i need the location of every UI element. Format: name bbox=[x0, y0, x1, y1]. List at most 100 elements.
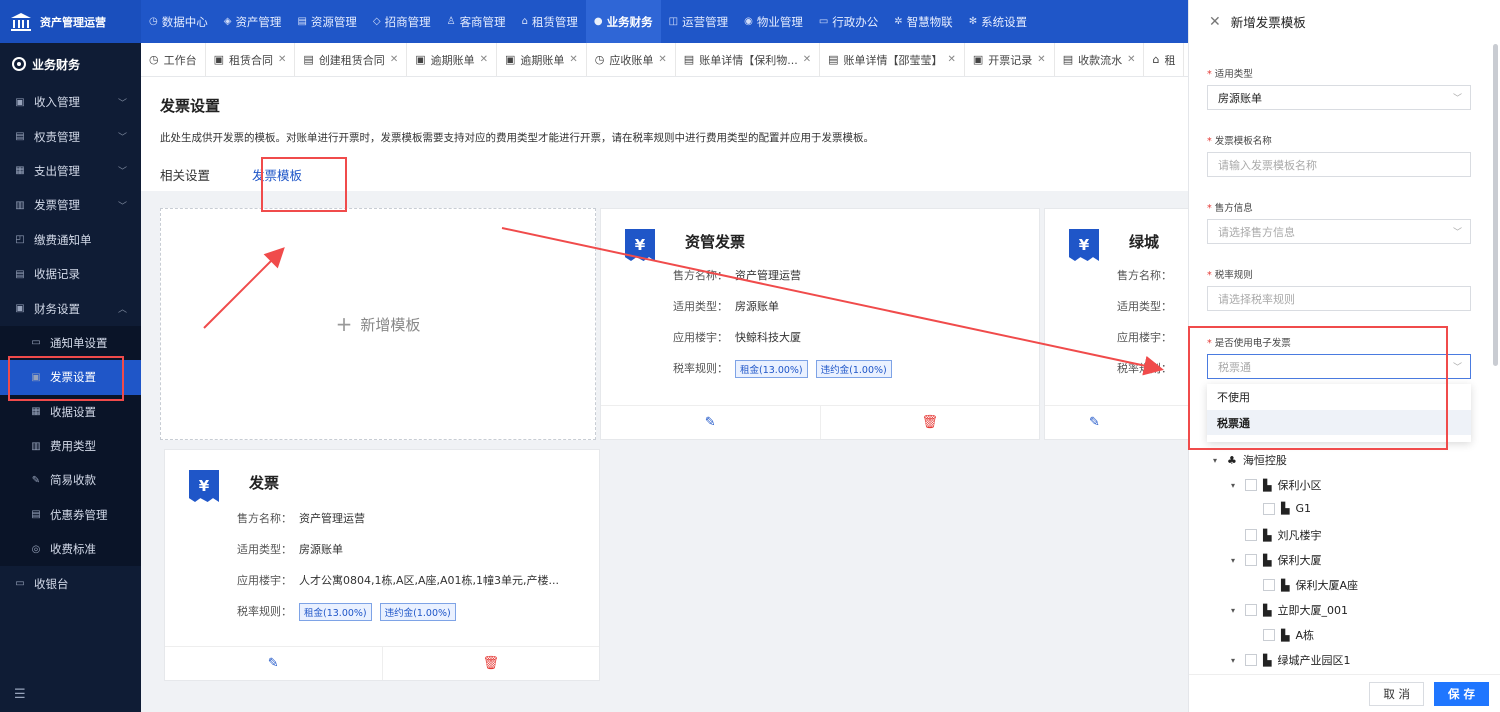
tax-tag: 租金(13.00%) bbox=[735, 360, 808, 378]
open-tab[interactable]: ◷ 应收账单 ✕ bbox=[587, 43, 676, 76]
top-nav-item[interactable]: ▤ 资源管理 bbox=[289, 0, 364, 43]
nav-icon: ◇ bbox=[372, 16, 381, 27]
close-tab-icon[interactable]: ✕ bbox=[569, 54, 577, 65]
expand-arrow-icon[interactable]: ▾ bbox=[1213, 456, 1221, 465]
sidebar-item[interactable]: ▦ 支出管理 ﹀ bbox=[0, 154, 141, 188]
sidebar-item[interactable]: ▤ 收据记录 bbox=[0, 257, 141, 291]
sidebar-item-cashier[interactable]: ▭ 收银台 bbox=[0, 566, 141, 600]
top-nav-item[interactable]: ⌂ 租赁管理 bbox=[514, 0, 586, 43]
add-template-card[interactable]: + 新增模板 bbox=[160, 208, 596, 440]
nav-label: 租赁管理 bbox=[531, 14, 578, 29]
close-tab-icon[interactable]: ✕ bbox=[803, 54, 811, 65]
seller-select[interactable]: 请选择售方信息 ﹀ bbox=[1207, 219, 1471, 244]
open-tab[interactable]: ▤ 创建租赁合同 ✕ bbox=[295, 43, 408, 76]
close-tab-icon[interactable]: ✕ bbox=[658, 54, 666, 65]
top-nav-item[interactable]: ◫ 运营管理 bbox=[661, 0, 736, 43]
expand-arrow-icon[interactable]: ▾ bbox=[1231, 606, 1239, 615]
tree-checkbox[interactable] bbox=[1263, 579, 1275, 591]
close-tab-icon[interactable]: ✕ bbox=[390, 54, 398, 65]
close-icon[interactable]: ✕ bbox=[1209, 14, 1221, 30]
sidebar-header: 业务财务 bbox=[0, 43, 141, 85]
sidebar-item[interactable]: ✎ 简易收款 bbox=[0, 463, 141, 497]
expand-arrow-icon[interactable]: ▾ bbox=[1231, 481, 1239, 490]
open-tab[interactable]: ⌂ 租 bbox=[1144, 43, 1185, 76]
tree-checkbox[interactable] bbox=[1245, 654, 1257, 666]
sidebar-item[interactable]: ▤ 权责管理 ﹀ bbox=[0, 119, 141, 153]
tree-node[interactable]: ▙ 刘凡楼宇 bbox=[1231, 527, 1321, 543]
open-tab[interactable]: ▤ 账单详情【保利物... ✕ bbox=[676, 43, 821, 76]
top-nav-item[interactable]: ● 业务财务 bbox=[585, 0, 661, 43]
tab-related-settings[interactable]: 相关设置 bbox=[160, 165, 210, 194]
tree-node[interactable]: ▙ 保利大厦A座 bbox=[1249, 577, 1358, 593]
expand-arrow-icon[interactable]: ▾ bbox=[1231, 556, 1239, 565]
open-tab[interactable]: ▤ 收款流水 ✕ bbox=[1055, 43, 1145, 76]
close-tab-icon[interactable]: ✕ bbox=[1037, 54, 1045, 65]
tax-rule-select[interactable]: 请选择税率规则 bbox=[1207, 286, 1471, 311]
collapse-menu-icon[interactable]: ☰ bbox=[14, 687, 26, 702]
open-tab[interactable]: ▣ 租赁合同 ✕ bbox=[206, 43, 296, 76]
sidebar-item[interactable]: ▥ 发票管理 ﹀ bbox=[0, 188, 141, 222]
building-icon: ▙ bbox=[1281, 502, 1290, 515]
open-tab[interactable]: ▣ 逾期账单 ✕ bbox=[497, 43, 587, 76]
expand-arrow-icon[interactable]: ▾ bbox=[1231, 656, 1239, 665]
close-tab-icon[interactable]: ✕ bbox=[1127, 54, 1135, 65]
top-nav-item[interactable]: ▭ 行政办公 bbox=[811, 0, 886, 43]
nav-label: 资产管理 bbox=[235, 14, 282, 29]
tree-node[interactable]: ▾ ▙ 保利小区 bbox=[1231, 477, 1321, 493]
menu-icon: ▦ bbox=[15, 165, 25, 177]
close-tab-icon[interactable]: ✕ bbox=[278, 54, 286, 65]
sidebar-item[interactable]: ▭ 通知单设置 bbox=[0, 326, 141, 360]
edit-icon[interactable]: ✎ bbox=[601, 406, 821, 439]
tree-node[interactable]: ▾ ♣ 海恒控股 bbox=[1213, 452, 1287, 468]
tree-node[interactable]: ▙ A栋 bbox=[1249, 627, 1314, 643]
building-label: 应用楼宇： bbox=[1117, 331, 1172, 344]
edit-icon[interactable]: ✎ bbox=[1045, 406, 1144, 439]
sidebar-item[interactable]: ◰ 缴费通知单 bbox=[0, 223, 141, 257]
delete-icon[interactable]: 🗑 bbox=[383, 647, 600, 680]
brand[interactable]: 资产管理运营 bbox=[0, 0, 141, 43]
save-button[interactable]: 保 存 bbox=[1433, 681, 1489, 706]
type-select[interactable]: 房源账单 ﹀ bbox=[1207, 85, 1471, 110]
tree-checkbox[interactable] bbox=[1245, 529, 1257, 541]
delete-icon[interactable]: 🗑 bbox=[821, 406, 1040, 439]
scrollbar[interactable] bbox=[1493, 44, 1498, 366]
cancel-button[interactable]: 取 消 bbox=[1369, 681, 1424, 706]
open-tab[interactable]: ▣ 逾期账单 ✕ bbox=[407, 43, 497, 76]
edit-icon[interactable]: ✎ bbox=[165, 647, 383, 680]
template-name-input[interactable]: 请输入发票模板名称 bbox=[1207, 152, 1471, 177]
top-nav-item[interactable]: ◈ 资产管理 bbox=[216, 0, 290, 43]
chevron-icon: ﹀ bbox=[117, 201, 127, 212]
tab-icon: ▤ bbox=[1062, 53, 1074, 66]
seller-label: 售方名称： bbox=[237, 512, 292, 525]
sidebar-item[interactable]: ▣ 财务设置 ︿ bbox=[0, 291, 141, 325]
open-tab[interactable]: ▤ 账单详情【邵莹莹】 ✕ bbox=[820, 43, 965, 76]
top-nav-item[interactable]: ✻ 系统设置 bbox=[961, 0, 1035, 43]
tree-node[interactable]: ▾ ▙ 立即大厦_001 bbox=[1231, 602, 1348, 618]
tree-node[interactable]: ▾ ▙ 保利大厦 bbox=[1231, 552, 1321, 568]
tree-checkbox[interactable] bbox=[1245, 604, 1257, 616]
tree-checkbox[interactable] bbox=[1263, 629, 1275, 641]
open-tab[interactable]: ◷ 工作台 bbox=[141, 43, 206, 76]
menu-icon: ▣ bbox=[15, 303, 25, 315]
open-tab[interactable]: ▣ 开票记录 ✕ bbox=[965, 43, 1055, 76]
tree-checkbox[interactable] bbox=[1263, 502, 1275, 515]
sidebar-item[interactable]: ▤ 优惠券管理 bbox=[0, 498, 141, 532]
sidebar-item[interactable]: ◎ 收费标准 bbox=[0, 532, 141, 566]
tab-icon: ▣ bbox=[972, 53, 984, 66]
top-nav-item[interactable]: ♙ 客商管理 bbox=[439, 0, 514, 43]
tree-checkbox[interactable] bbox=[1245, 554, 1257, 566]
top-nav-item[interactable]: ◷ 数据中心 bbox=[141, 0, 216, 43]
tree-checkbox[interactable] bbox=[1245, 479, 1257, 491]
sidebar-item[interactable]: ▥ 费用类型 bbox=[0, 429, 141, 463]
tree-node-label: A栋 bbox=[1295, 629, 1314, 642]
page-title: 发票设置 bbox=[160, 97, 221, 115]
sidebar-item[interactable]: ▣ 收入管理 ﹀ bbox=[0, 85, 141, 119]
close-tab-icon[interactable]: ✕ bbox=[948, 54, 956, 65]
top-nav-item[interactable]: ◇ 招商管理 bbox=[365, 0, 439, 43]
nav-label: 资源管理 bbox=[310, 14, 357, 29]
close-tab-icon[interactable]: ✕ bbox=[480, 54, 488, 65]
tree-node[interactable]: ▾ ▙ 绿城产业园区1 bbox=[1231, 652, 1350, 668]
top-nav-item[interactable]: ✲ 智慧物联 bbox=[886, 0, 960, 43]
tree-node[interactable]: ▙ G1 bbox=[1249, 502, 1311, 515]
top-nav-item[interactable]: ◉ 物业管理 bbox=[736, 0, 811, 43]
